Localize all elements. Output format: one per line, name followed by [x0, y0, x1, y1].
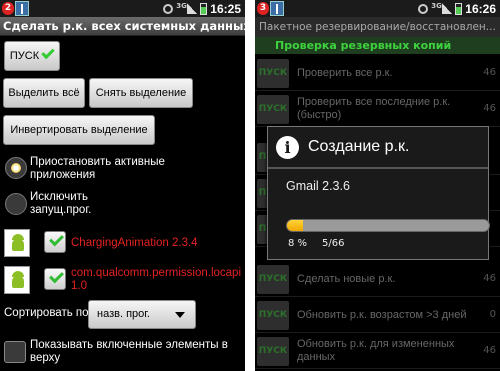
radio-pause-apps-label: Приостановить активные приложения: [30, 156, 165, 181]
select-all-button[interactable]: Выделить всё: [3, 78, 85, 108]
notification-badge: 3: [257, 2, 269, 15]
signal-icon: [442, 3, 453, 14]
progress-dialog: i Создание р.к. Gmail 2.3.6 8 % 5/66: [267, 126, 490, 260]
radio-pause-apps[interactable]: [5, 157, 27, 179]
android-app-icon: [4, 229, 30, 257]
radio-exclude-running[interactable]: [5, 193, 27, 215]
info-icon: i: [276, 136, 299, 159]
network-3g-icon: 3G: [176, 2, 187, 10]
clock: 16:26: [465, 1, 496, 16]
current-app-name: Gmail 2.3.6: [286, 179, 350, 193]
sort-dropdown[interactable]: назв. прог.: [88, 300, 196, 329]
radio-exclude-running-label: Исключить запущ.прог.: [30, 191, 92, 216]
progress-count: 5/66: [322, 238, 345, 249]
select-all-label: Выделить всё: [8, 87, 80, 99]
android-app-icon: [4, 266, 30, 294]
app-checkbox[interactable]: [44, 231, 66, 253]
window-title: Сделать р.к. всех системных данных: [0, 17, 245, 36]
signal-icon: [187, 3, 198, 14]
invert-selection-label: Инвертировать выделение: [10, 124, 148, 136]
app-checkbox[interactable]: [44, 268, 66, 290]
check-icon: [49, 268, 64, 284]
section-header: Проверка резервных копий: [255, 37, 500, 54]
notification-badge: 2: [2, 2, 14, 15]
network-3g-icon: 3G: [431, 2, 442, 10]
left-screen: 2 3G 16:25 Сделать р.к. всех системных д…: [0, 0, 245, 371]
app-name: com.qualcomm.permission.locapi 1.0: [71, 267, 242, 292]
deselect-button[interactable]: Снять выделение: [89, 78, 193, 108]
progress-bar: [286, 219, 490, 232]
clock: 16:25: [210, 1, 241, 16]
status-bar: 2 3G 16:25: [0, 0, 245, 17]
check-icon: [41, 45, 55, 60]
deselect-label: Снять выделение: [95, 87, 187, 99]
alarm-icon: [163, 3, 174, 14]
status-bar: 3 3G 16:26: [255, 0, 500, 17]
show-enabled-checkbox[interactable]: [4, 341, 26, 363]
battery-icon: [455, 2, 463, 15]
dialog-header: i Создание р.к.: [268, 127, 488, 169]
right-screen: 3 3G 16:26 Пакетное резервирование/восст…: [255, 0, 500, 371]
window-title: Пакетное резервирование/восстановлен...: [255, 17, 500, 37]
usb-icon: [15, 1, 29, 16]
usb-icon: [270, 1, 284, 16]
dialog-title: Создание р.к.: [308, 138, 410, 155]
progress-fill: [287, 220, 304, 231]
check-icon: [49, 231, 64, 247]
show-enabled-label: Показывать включенные элементы в верху: [30, 339, 228, 364]
sort-label: Сортировать по:: [4, 307, 92, 319]
chevron-down-icon: [175, 312, 185, 318]
sort-dropdown-value: назв. прог.: [97, 308, 150, 320]
progress-percent: 8 %: [288, 238, 308, 249]
battery-icon: [200, 2, 208, 15]
alarm-icon: [418, 3, 429, 14]
start-button[interactable]: ПУСК: [4, 41, 60, 71]
app-name: ChargingAnimation 2.3.4: [71, 237, 198, 249]
invert-selection-button[interactable]: Инвертировать выделение: [3, 115, 155, 145]
start-button-label: ПУСК: [9, 50, 40, 62]
